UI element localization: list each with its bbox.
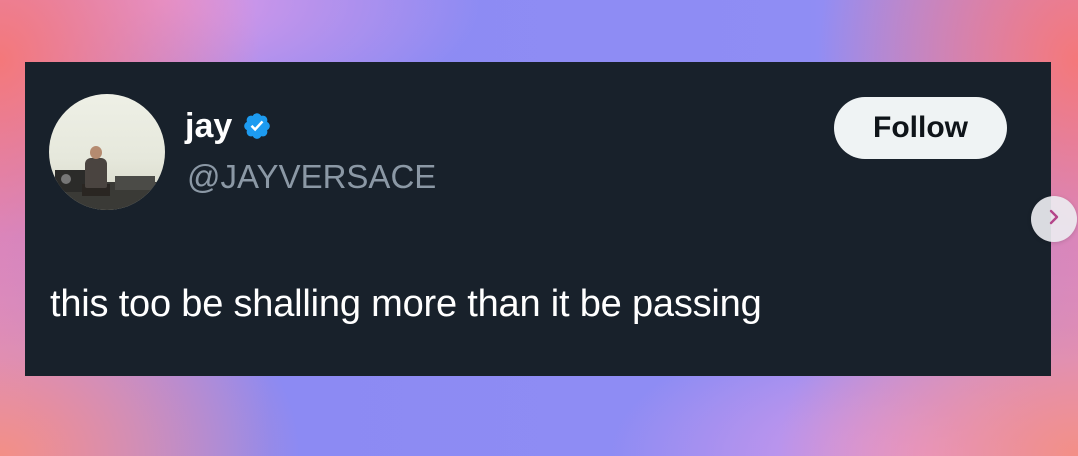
verified-badge-icon — [242, 111, 272, 141]
tweet-text: this too be shalling more than it be pas… — [50, 283, 762, 325]
avatar[interactable] — [49, 94, 165, 210]
author-name-row: jay — [185, 106, 272, 146]
follow-button[interactable]: Follow — [834, 97, 1007, 159]
author-handle[interactable]: @JAYVERSACE — [187, 157, 436, 197]
display-name[interactable]: jay — [185, 106, 232, 146]
tweet-card: jay @JAYVERSACE Follow this too be shall… — [25, 62, 1051, 376]
next-slide-button[interactable] — [1031, 196, 1077, 242]
chevron-right-icon — [1044, 207, 1064, 232]
